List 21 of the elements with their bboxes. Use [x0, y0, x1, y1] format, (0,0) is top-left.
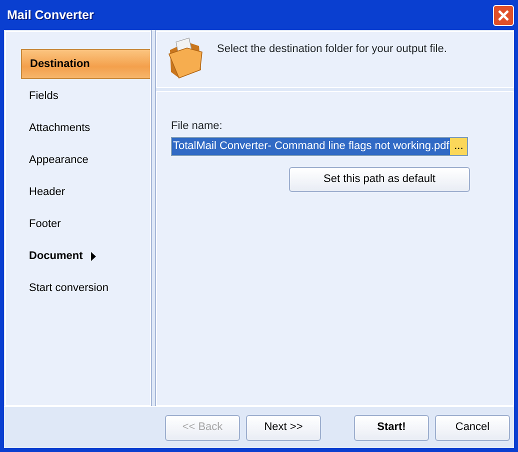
folder-icon	[167, 36, 203, 80]
window-title: Mail Converter	[7, 6, 94, 24]
field-label: File name:	[171, 119, 224, 134]
set-default-button[interactable]: Set this path as default	[289, 166, 470, 192]
submenu-arrow-icon	[90, 252, 96, 260]
sidebar-item[interactable]: Document	[21, 241, 150, 271]
sidebar-item[interactable]: Appearance	[21, 145, 150, 175]
dialog-button[interactable]: Cancel	[435, 414, 510, 440]
sidebar-item[interactable]: Destination	[21, 49, 150, 79]
sidebar-item[interactable]: Header	[21, 177, 150, 207]
sidebar-item[interactable]: Start conversion	[21, 273, 150, 303]
sidebar-item[interactable]: Fields	[21, 81, 150, 111]
sidebar-item[interactable]: Footer	[21, 209, 150, 239]
dialog-button[interactable]: Next >>	[246, 414, 321, 440]
browse-button[interactable]: ...	[450, 138, 467, 154]
dialog-button[interactable]: Start!	[354, 414, 429, 440]
close-icon	[497, 8, 510, 22]
instruction-text: Select the destination folder for your output file.	[217, 42, 447, 57]
sidebar-item[interactable]: Attachments	[21, 113, 150, 143]
file-name-field[interactable]: TotalMail Converter- Command line flags not working.pdf ...	[171, 136, 468, 156]
close-button[interactable]	[493, 4, 514, 26]
